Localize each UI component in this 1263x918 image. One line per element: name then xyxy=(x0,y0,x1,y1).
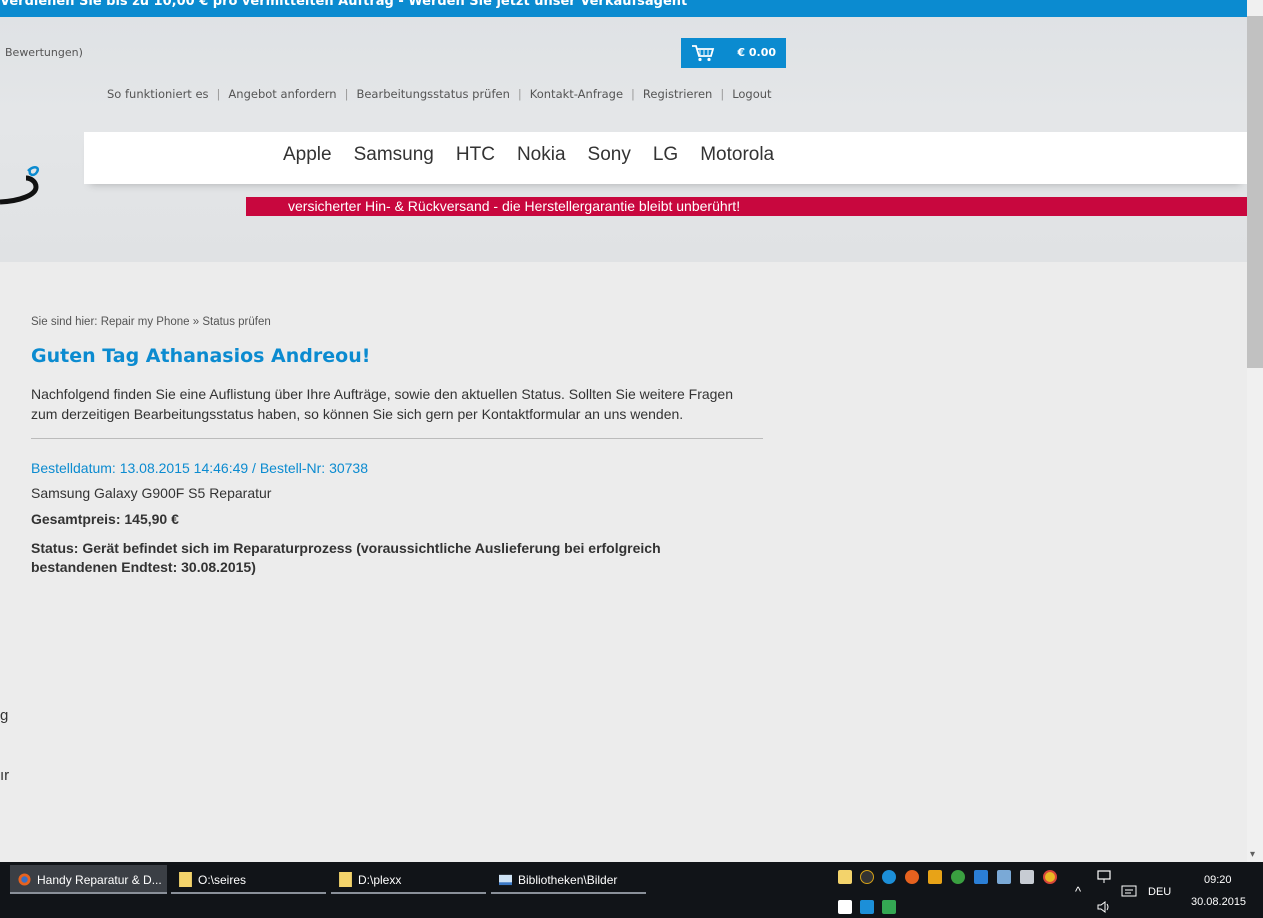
edge-fragment: ır xyxy=(0,767,10,784)
show-hidden-icons-chevron-icon[interactable]: ^ xyxy=(1075,884,1081,899)
intro-text: Nachfolgend finden Sie eine Auflistung ü… xyxy=(31,386,734,422)
taskbar-item-folder-seires[interactable]: O:\seires xyxy=(171,865,326,894)
nav-separator: | xyxy=(720,87,725,101)
taskbar-item-firefox[interactable]: Handy Reparatur & D... xyxy=(10,865,167,894)
breadcrumb-home-link[interactable]: Repair my Phone xyxy=(101,316,190,328)
order-header: Bestelldatum: 13.08.2015 14:46:49 / Best… xyxy=(31,460,368,476)
clock-time[interactable]: 09:20 xyxy=(1204,874,1232,886)
plex-tray-icon[interactable] xyxy=(860,870,874,884)
nav-separator: | xyxy=(631,87,635,101)
nav-separator: | xyxy=(344,87,349,101)
chrome-tray-icon[interactable] xyxy=(1043,870,1057,884)
windows-taskbar: Handy Reparatur & D... O:\seires D:\plex… xyxy=(0,862,1263,918)
brand-motorola[interactable]: Motorola xyxy=(700,144,774,166)
vertical-scrollbar[interactable]: ▾ xyxy=(1247,0,1263,862)
nav-register[interactable]: Registrieren xyxy=(643,87,712,101)
site-header: Bewertungen) € 0.00 So funktioniert es | A… xyxy=(0,17,1247,262)
top-banner[interactable]: Verdienen Sie bis zu 10,00 € pro vermitt… xyxy=(0,0,1247,17)
breadcrumb-separator: » xyxy=(189,316,203,328)
google-drive-tray-icon[interactable] xyxy=(882,900,896,914)
nav-how-it-works[interactable]: So funktioniert es xyxy=(107,87,209,101)
brand-sony[interactable]: Sony xyxy=(588,144,631,166)
vlc-tray-icon[interactable] xyxy=(928,870,942,884)
folder-icon xyxy=(339,872,352,887)
snipping-tool-tray-icon[interactable] xyxy=(997,870,1011,884)
network-drive-tray-icon[interactable] xyxy=(1020,870,1034,884)
notepad-tray-icon[interactable] xyxy=(838,870,852,884)
nav-request-offer[interactable]: Angebot anfordern xyxy=(228,87,336,101)
main-content: Sie sind hier: Repair my Phone » Status … xyxy=(31,316,766,577)
brand-htc[interactable]: HTC xyxy=(456,144,495,166)
taskbar-item-label: Handy Reparatur & D... xyxy=(37,873,162,887)
folder-icon xyxy=(179,872,192,887)
breadcrumb-current: Status prüfen xyxy=(202,316,271,328)
rating-text: Bewertungen) xyxy=(5,46,83,59)
promo-text: versicherter Hin- & Rückversand - die He… xyxy=(288,198,741,214)
top-banner-text[interactable]: Verdienen Sie bis zu 10,00 € pro vermitt… xyxy=(0,0,687,9)
nav-separator: | xyxy=(517,87,522,101)
brand-apple[interactable]: Apple xyxy=(283,144,332,166)
scrollbar-thumb[interactable] xyxy=(1247,16,1263,368)
edge-fragment: g xyxy=(0,707,9,724)
nav-logout[interactable]: Logout xyxy=(732,87,771,101)
clock-date[interactable]: 30.08.2015 xyxy=(1191,896,1246,908)
taskbar-item-explorer-pictures[interactable]: Bibliotheken\Bilder xyxy=(491,865,646,894)
nav-separator: | xyxy=(216,87,221,101)
order-status: Status: Gerät befindet sich im Reparatur… xyxy=(31,540,661,575)
taskbar-item-folder-plexx[interactable]: D:\plexx xyxy=(331,865,486,894)
brand-nokia[interactable]: Nokia xyxy=(517,144,566,166)
active-indicator xyxy=(10,892,167,894)
cart-button[interactable]: € 0.00 xyxy=(681,38,786,68)
brand-lg[interactable]: LG xyxy=(653,144,678,166)
divider xyxy=(31,438,763,439)
dropbox-tray-icon[interactable] xyxy=(974,870,988,884)
network-icon[interactable] xyxy=(1097,870,1113,884)
running-indicator xyxy=(331,892,486,894)
taskbar-item-label: Bibliotheken\Bilder xyxy=(518,873,618,887)
logo-swoosh-icon[interactable] xyxy=(0,157,40,207)
promo-bar: versicherter Hin- & Rückversand - die He… xyxy=(246,197,1247,216)
brand-samsung[interactable]: Samsung xyxy=(354,144,434,166)
running-indicator xyxy=(491,892,646,894)
action-center-icon[interactable] xyxy=(1121,884,1137,900)
page-title: Guten Tag Athanasios Andreou! xyxy=(31,345,371,367)
volume-icon[interactable] xyxy=(1097,900,1113,914)
firefox-icon xyxy=(18,873,31,886)
explorer-icon xyxy=(499,874,512,886)
order-item: Samsung Galaxy G900F S5 Reparatur xyxy=(31,485,272,501)
nav-contact[interactable]: Kontakt-Anfrage xyxy=(530,87,623,101)
order-total-price: Gesamtpreis: 145,90 € xyxy=(31,511,179,527)
edge-tray-icon[interactable] xyxy=(860,900,874,914)
running-indicator xyxy=(171,892,326,894)
nav-check-status[interactable]: Bearbeitungsstatus prüfen xyxy=(356,87,509,101)
language-indicator[interactable]: DEU xyxy=(1148,886,1171,898)
taskbar-item-label: D:\plexx xyxy=(358,873,402,887)
top-navigation: So funktioniert es | Angebot anfordern | Bea… xyxy=(107,87,772,101)
breadcrumb-prefix: Sie sind hier: xyxy=(31,316,101,328)
ie-tray-icon[interactable] xyxy=(882,870,896,884)
skype-dollar-tray-icon[interactable] xyxy=(838,900,852,914)
brand-navigation: Apple Samsung HTC Nokia Sony LG Motorola xyxy=(84,132,1247,184)
taskbar-item-label: O:\seires xyxy=(198,873,247,887)
breadcrumb: Sie sind hier: Repair my Phone » Status … xyxy=(31,316,766,328)
scroll-down-arrow-icon[interactable]: ▾ xyxy=(1250,849,1255,860)
cart-icon xyxy=(692,45,715,62)
cart-total: € 0.00 xyxy=(737,46,776,59)
firefox-tray-icon[interactable] xyxy=(905,870,919,884)
utorrent-tray-icon[interactable] xyxy=(951,870,965,884)
